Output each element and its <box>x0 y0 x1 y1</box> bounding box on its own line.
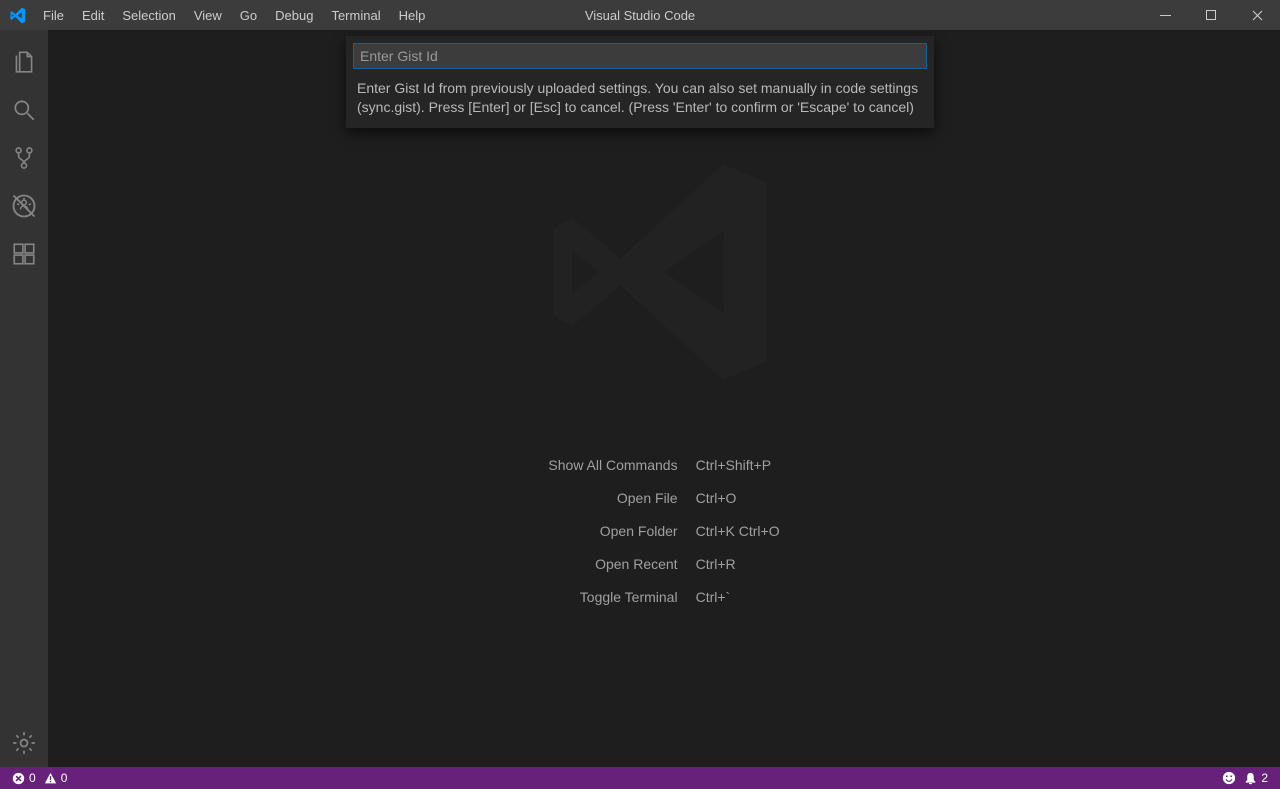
menu-view[interactable]: View <box>185 0 231 30</box>
workbench: Show All Commands Ctrl+Shift+P Open File… <box>0 30 1280 767</box>
scm-icon[interactable] <box>0 134 48 182</box>
smiley-icon <box>1222 771 1236 785</box>
watermark: Show All Commands Ctrl+Shift+P Open File… <box>529 192 799 605</box>
menu-file[interactable]: File <box>34 0 73 30</box>
shortcut-key: Ctrl+O <box>696 490 780 506</box>
warning-icon <box>44 772 57 785</box>
vscode-watermark-logo <box>529 137 799 407</box>
error-icon <box>12 772 25 785</box>
menu-go[interactable]: Go <box>231 0 266 30</box>
app-icon <box>0 0 34 30</box>
status-feedback[interactable] <box>1218 771 1240 785</box>
menu-terminal[interactable]: Terminal <box>322 0 389 30</box>
shortcut-label: Toggle Terminal <box>548 589 677 605</box>
minimize-icon <box>1160 10 1171 21</box>
gist-id-input[interactable] <box>353 43 927 69</box>
error-count: 0 <box>29 771 36 785</box>
activity-bar <box>0 30 48 767</box>
search-icon[interactable] <box>0 86 48 134</box>
menu-bar: File Edit Selection View Go Debug Termin… <box>34 0 434 30</box>
shortcut-list: Show All Commands Ctrl+Shift+P Open File… <box>548 457 779 605</box>
status-notifications[interactable]: 2 <box>1240 771 1272 785</box>
warning-count: 0 <box>61 771 68 785</box>
quick-input-panel: Enter Gist Id from previously uploaded s… <box>346 36 934 128</box>
close-button[interactable] <box>1234 0 1280 30</box>
status-bar: 0 0 2 <box>0 767 1280 789</box>
shortcut-label: Open File <box>548 490 677 506</box>
settings-gear-icon[interactable] <box>0 719 48 767</box>
shortcut-label: Open Folder <box>548 523 677 539</box>
debug-icon[interactable] <box>0 182 48 230</box>
extensions-icon[interactable] <box>0 230 48 278</box>
bell-icon <box>1244 772 1257 785</box>
quick-input-hint: Enter Gist Id from previously uploaded s… <box>347 75 933 127</box>
menu-help[interactable]: Help <box>390 0 435 30</box>
menu-selection[interactable]: Selection <box>113 0 184 30</box>
close-icon <box>1252 10 1263 21</box>
status-problems[interactable]: 0 0 <box>8 767 71 789</box>
shortcut-key: Ctrl+Shift+P <box>696 457 780 473</box>
editor-area: Show All Commands Ctrl+Shift+P Open File… <box>48 30 1280 767</box>
window-controls <box>1142 0 1280 30</box>
menu-debug[interactable]: Debug <box>266 0 322 30</box>
shortcut-key: Ctrl+R <box>696 556 780 572</box>
notification-count: 2 <box>1261 771 1268 785</box>
vscode-icon <box>9 7 26 24</box>
titlebar: File Edit Selection View Go Debug Termin… <box>0 0 1280 30</box>
maximize-button[interactable] <box>1188 0 1234 30</box>
menu-edit[interactable]: Edit <box>73 0 113 30</box>
shortcut-label: Open Recent <box>548 556 677 572</box>
maximize-icon <box>1206 10 1216 20</box>
shortcut-key: Ctrl+` <box>696 589 780 605</box>
minimize-button[interactable] <box>1142 0 1188 30</box>
shortcut-label: Show All Commands <box>548 457 677 473</box>
explorer-icon[interactable] <box>0 38 48 86</box>
shortcut-key: Ctrl+K Ctrl+O <box>696 523 780 539</box>
